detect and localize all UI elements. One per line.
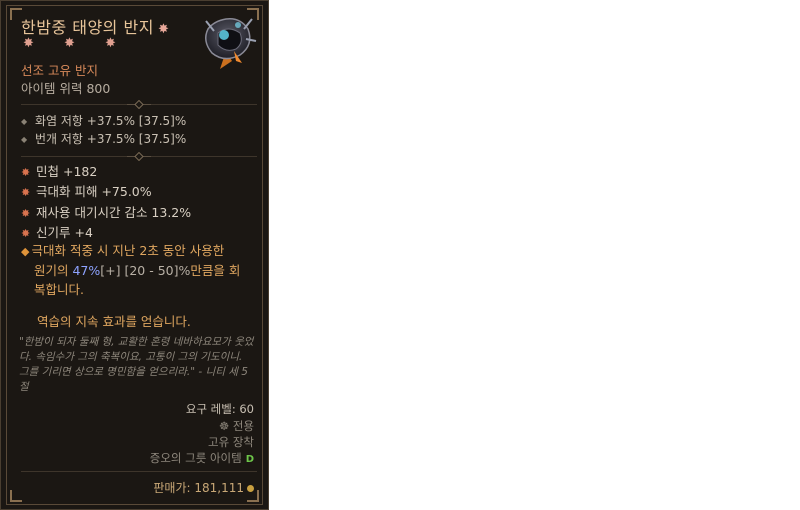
affix-row: ✸ 극대화 피해 +75.0% [21, 181, 152, 200]
legendary-line: 복합니다. [34, 282, 84, 297]
item-tooltip: 한밤중 태양의 반지 ✸ ✸ ✸ ✸ 선조 고유 반지 아이템 위력 800 ◆ 화… [0, 0, 269, 510]
frame-corner [10, 490, 22, 502]
affix-row: ✸ 재사용 대기시간 감소 13.2% [21, 202, 191, 221]
legendary-text: 원기의 [34, 263, 73, 278]
expansion-d-icon: D [245, 454, 254, 465]
affix-bullet-icon: ✸ [21, 186, 31, 199]
legendary-bullet-icon: ◆ [21, 245, 30, 258]
divider-ornament-icon [127, 100, 151, 109]
divider [21, 100, 257, 109]
required-level: 요구 레벨: 60 [185, 402, 254, 416]
class-restriction: ☸ 전용 [219, 418, 254, 434]
affix-row: ✸ 민첩 +182 [21, 161, 97, 180]
resist-text: 화염 저항 +37.5% [37.5]% [35, 114, 187, 128]
coin-icon [247, 485, 254, 492]
affix-text: 신기루 +4 [36, 225, 93, 240]
affix-bullet-icon: ✸ [21, 166, 31, 179]
sell-price: 판매가: 181,111 [153, 479, 254, 496]
diamond-bullet-icon: ◆ [21, 135, 28, 144]
legendary-line: ◆ 극대화 적중 시 지난 2초 동안 사용한 [21, 241, 256, 261]
affix-text: 재사용 대기시간 감소 13.2% [36, 205, 192, 220]
legendary-power: ◆ 극대화 적중 시 지난 2초 동안 사용한 원기의 47%[+] [20 - … [21, 241, 256, 299]
item-type: 선조 고유 반지 [21, 63, 98, 78]
item-name-text: 한밤중 태양의 반지 [21, 18, 154, 37]
legendary-value: 47% [72, 263, 101, 278]
class-text: 전용 [232, 419, 254, 433]
legendary-text: 극대화 적중 시 지난 2초 동안 사용한 [31, 243, 225, 258]
legendary-line: 원기의 47%[+] [20 - 50]%만큼을 회 [21, 261, 256, 280]
resist-row: ◆ 화염 저항 +37.5% [37.5]% [21, 112, 186, 129]
affix-bullet-icon: ✸ [21, 227, 31, 240]
rank-stars: ✸ ✸ ✸ [23, 36, 129, 51]
divider [21, 152, 257, 161]
aspect-text: 역습의 지속 효과를 얻습니다. [37, 314, 191, 329]
item-power: 아이템 위력 800 [21, 81, 111, 96]
legendary-range: [+] [20 - 50]% [100, 263, 191, 278]
diamond-bullet-icon: ◆ [21, 117, 28, 126]
resist-text: 번개 저항 +37.5% [37.5]% [35, 132, 187, 146]
resist-row: ◆ 번개 저항 +37.5% [37.5]% [21, 130, 186, 147]
slot-type: 고유 장착 [208, 435, 254, 449]
ring-item-icon [205, 17, 257, 69]
legendary-text: 만큼을 회 [190, 263, 241, 278]
expansion-tag-text: 증오의 그릇 아이템 [149, 451, 242, 465]
affix-bullet-icon: ✸ [21, 207, 31, 220]
divider-ornament-icon [127, 152, 151, 161]
class-icon: ☸ [218, 419, 233, 433]
divider [21, 471, 257, 472]
flavor-text: "한밤이 되자 둘째 형, 교활한 혼령 네바하요모가 웃었다. 속임수가 그의… [19, 336, 254, 393]
sell-price-text: 판매가: 181,111 [153, 481, 244, 495]
star-icon: ✸ [157, 22, 170, 37]
affix-text: 민첩 +182 [36, 164, 98, 179]
expansion-tag: 증오의 그릇 아이템 D [150, 450, 254, 466]
affix-text: 극대화 피해 +75.0% [36, 184, 152, 199]
item-name: 한밤중 태양의 반지 ✸ [21, 14, 169, 38]
affix-row: ✸ 신기루 +4 [21, 222, 93, 241]
